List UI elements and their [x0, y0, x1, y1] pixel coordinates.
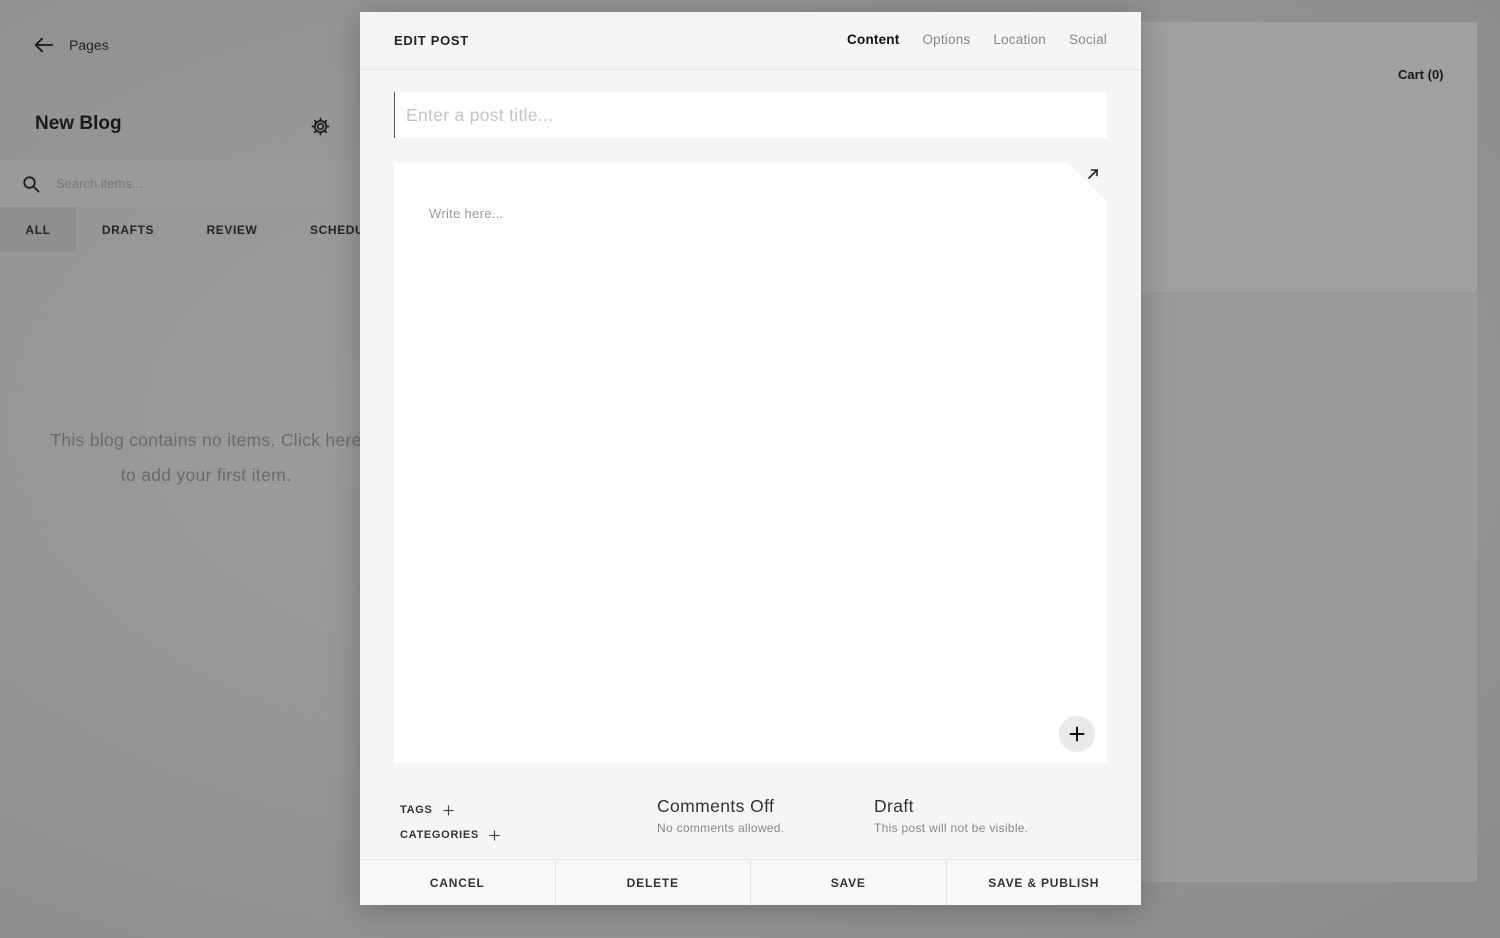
tab-content[interactable]: Content	[847, 32, 899, 47]
publish-status-setting[interactable]: Draft This post will not be visible.	[874, 796, 1028, 835]
editor-placeholder: Write here...	[429, 206, 504, 221]
dialog-footer: CANCEL DELETE SAVE SAVE & PUBLISH	[360, 859, 1141, 905]
plus-icon	[489, 829, 500, 841]
publish-status-subtitle: This post will not be visible.	[874, 821, 1029, 835]
comments-status-subtitle: No comments allowed.	[657, 821, 785, 835]
plus-icon	[443, 804, 454, 816]
tab-social[interactable]: Social	[1069, 32, 1107, 47]
cancel-button[interactable]: CANCEL	[360, 860, 556, 905]
edit-post-dialog: EDIT POST Content Options Location Socia…	[360, 12, 1141, 905]
add-categories-button[interactable]: CATEGORIES	[400, 829, 500, 841]
expand-icon[interactable]	[1087, 168, 1099, 180]
dialog-header: EDIT POST Content Options Location Socia…	[360, 12, 1141, 70]
comments-status-title: Comments Off	[657, 796, 775, 816]
tab-location[interactable]: Location	[993, 32, 1046, 47]
comments-setting[interactable]: Comments Off No comments allowed.	[657, 796, 784, 835]
tab-options[interactable]: Options	[922, 32, 970, 47]
categories-label: CATEGORIES	[400, 829, 479, 841]
plus-icon	[1069, 726, 1085, 742]
add-tags-button[interactable]: TAGS	[400, 804, 454, 816]
dialog-tabs: Content Options Location Social	[847, 32, 1107, 47]
tags-label: TAGS	[400, 804, 433, 816]
add-block-button[interactable]	[1059, 716, 1095, 752]
post-body-editor[interactable]: Write here...	[394, 162, 1107, 763]
delete-button[interactable]: DELETE	[555, 860, 751, 905]
post-title-input[interactable]	[394, 92, 1107, 138]
save-button[interactable]: SAVE	[751, 860, 947, 905]
publish-status-title: Draft	[874, 796, 914, 816]
save-publish-button[interactable]: SAVE & PUBLISH	[946, 860, 1141, 905]
dialog-title: EDIT POST	[394, 33, 469, 48]
post-meta-row: TAGS CATEGORIES Comments Off No comments…	[400, 796, 1100, 852]
